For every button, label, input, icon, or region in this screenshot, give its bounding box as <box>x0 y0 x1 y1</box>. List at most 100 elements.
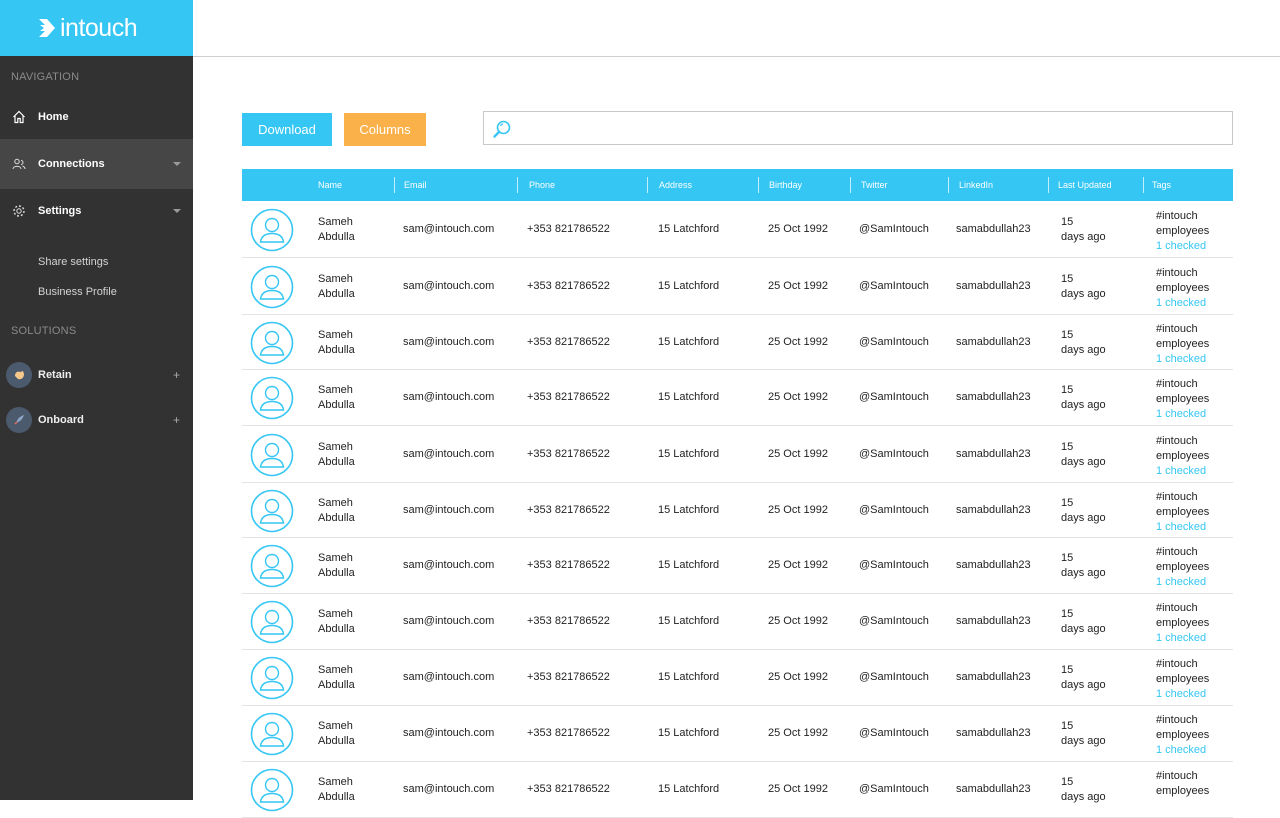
contact-birthday: 25 Oct 1992 <box>768 504 828 516</box>
sidebar: intouch NAVIGATION Home Connections Sett… <box>0 0 193 800</box>
table-row[interactable]: Sameh Abdulla sam@intouch.com +353 82178652… <box>242 538 1233 594</box>
tags-checked-link[interactable]: 1 checked <box>1156 520 1206 535</box>
tags-checked-link[interactable]: 1 checked <box>1156 743 1206 758</box>
avatar-user-icon[interactable] <box>250 208 294 252</box>
table-row[interactable]: Sameh Abdulla sam@intouch.com +353 82178652… <box>242 706 1233 762</box>
tag-primary: #intouch <box>1156 770 1198 782</box>
last-updated-number: 15 <box>1061 216 1074 228</box>
table-row[interactable]: Sameh Abdulla sam@intouch.com +353 82178652… <box>242 258 1233 315</box>
sidebar-item-onboard[interactable]: Onboard + <box>0 397 193 442</box>
tag-primary: #intouch <box>1156 435 1198 447</box>
tags-checked-link[interactable]: 1 checked <box>1156 239 1206 254</box>
last-updated-number: 15 <box>1061 441 1074 453</box>
column-divider <box>647 177 648 193</box>
column-header-twitter[interactable]: Twitter <box>861 169 888 201</box>
avatar-user-icon[interactable] <box>250 656 294 700</box>
contact-email: sam@intouch.com <box>403 280 495 292</box>
sidebar-item-home[interactable]: Home <box>0 95 193 139</box>
contact-twitter: @SamIntouch <box>859 783 929 795</box>
contact-first-name: Sameh <box>318 384 353 396</box>
table-row[interactable]: Sameh Abdulla sam@intouch.com +353 82178652… <box>242 201 1233 258</box>
table-row[interactable]: Sameh Abdulla sam@intouch.com +353 82178652… <box>242 762 1233 818</box>
columns-button[interactable]: Columns <box>344 113 426 146</box>
avatar-user-icon[interactable] <box>250 265 294 309</box>
contact-address: 15 Latchford <box>658 280 720 292</box>
contact-last-name: Abdulla <box>318 288 355 300</box>
contact-phone: +353 821786522 <box>527 391 610 403</box>
column-header-phone[interactable]: Phone <box>529 169 555 201</box>
avatar-user-icon[interactable] <box>250 712 294 756</box>
sidebar-item-settings[interactable]: Settings <box>0 189 193 233</box>
column-divider <box>1048 177 1049 193</box>
contact-address: 15 Latchford <box>658 783 720 795</box>
expand-plus-icon[interactable]: + <box>173 413 180 427</box>
table-row[interactable]: Sameh Abdulla sam@intouch.com +353 82178652… <box>242 426 1233 483</box>
tag-primary: #intouch <box>1156 210 1198 222</box>
avatar-user-icon[interactable] <box>250 376 294 420</box>
contact-linkedin: samabdullah23 <box>956 559 1031 571</box>
contact-address: 15 Latchford <box>658 448 720 460</box>
download-button[interactable]: Download <box>242 113 332 146</box>
sidebar-item-label: Settings <box>38 205 82 217</box>
contact-address: 15 Latchford <box>658 336 720 348</box>
last-updated-text: days ago <box>1061 791 1106 803</box>
contact-email: sam@intouch.com <box>403 223 495 235</box>
last-updated-number: 15 <box>1061 273 1074 285</box>
avatar-user-icon[interactable] <box>250 768 294 812</box>
avatar-user-icon[interactable] <box>250 321 294 365</box>
contact-last-name: Abdulla <box>318 456 355 468</box>
connections-table: Name Email Phone Address Birthday Twitte… <box>242 169 1233 818</box>
table-row[interactable]: Sameh Abdulla sam@intouch.com +353 82178652… <box>242 315 1233 370</box>
contact-twitter: @SamIntouch <box>859 280 929 292</box>
column-header-tags[interactable]: Tags <box>1152 169 1171 201</box>
table-row[interactable]: Sameh Abdulla sam@intouch.com +353 82178652… <box>242 370 1233 426</box>
tag-primary: #intouch <box>1156 602 1198 614</box>
column-header-birthday[interactable]: Birthday <box>769 169 802 201</box>
sidebar-item-retain[interactable]: Retain + <box>0 352 193 397</box>
avatar-user-icon[interactable] <box>250 600 294 644</box>
column-divider <box>758 177 759 193</box>
table-row[interactable]: Sameh Abdulla sam@intouch.com +353 82178652… <box>242 650 1233 706</box>
avatar-user-icon[interactable] <box>250 544 294 588</box>
contact-twitter: @SamIntouch <box>859 671 929 683</box>
tags-checked-link[interactable]: 1 checked <box>1156 296 1206 311</box>
contact-first-name: Sameh <box>318 273 353 285</box>
tags-checked-link[interactable]: 1 checked <box>1156 631 1206 646</box>
contact-first-name: Sameh <box>318 776 353 788</box>
chevron-down-icon[interactable] <box>173 209 181 213</box>
column-header-last-updated[interactable]: Last Updated <box>1058 169 1112 201</box>
chevron-down-icon[interactable] <box>173 162 181 166</box>
contact-last-name: Abdulla <box>318 231 355 243</box>
last-updated-text: days ago <box>1061 456 1106 468</box>
tags-checked-link[interactable]: 1 checked <box>1156 464 1206 479</box>
table-row[interactable]: Sameh Abdulla sam@intouch.com +353 82178652… <box>242 594 1233 650</box>
contact-first-name: Sameh <box>318 608 353 620</box>
column-header-name[interactable]: Name <box>318 169 342 201</box>
contact-phone: +353 821786522 <box>527 727 610 739</box>
tags-checked-link[interactable]: 1 checked <box>1156 687 1206 702</box>
avatar-user-icon[interactable] <box>250 489 294 533</box>
tags-checked-link[interactable]: 1 checked <box>1156 407 1206 422</box>
tag-secondary: employees <box>1156 729 1210 741</box>
table-row[interactable]: Sameh Abdulla sam@intouch.com +353 82178652… <box>242 483 1233 538</box>
column-header-address[interactable]: Address <box>659 169 692 201</box>
tags-checked-link[interactable]: 1 checked <box>1156 352 1206 367</box>
contact-twitter: @SamIntouch <box>859 336 929 348</box>
table-header: Name Email Phone Address Birthday Twitte… <box>242 169 1233 201</box>
contact-phone: +353 821786522 <box>527 615 610 627</box>
column-header-linkedin[interactable]: LinkedIn <box>959 169 993 201</box>
search-input[interactable] <box>516 112 1226 144</box>
sidebar-subitem-business-profile[interactable]: Business Profile <box>0 277 193 307</box>
tags-checked-link[interactable]: 1 checked <box>1156 575 1206 590</box>
column-header-email[interactable]: Email <box>404 169 427 201</box>
sidebar-subitem-share-settings[interactable]: Share settings <box>0 247 193 277</box>
expand-plus-icon[interactable]: + <box>173 368 180 382</box>
rocket-icon <box>6 406 32 433</box>
tag-primary: #intouch <box>1156 267 1198 279</box>
avatar-user-icon[interactable] <box>250 433 294 477</box>
contact-address: 15 Latchford <box>658 615 720 627</box>
contact-email: sam@intouch.com <box>403 391 495 403</box>
sidebar-item-connections[interactable]: Connections <box>0 139 193 189</box>
top-bar <box>193 0 1280 57</box>
brand-logo[interactable]: intouch <box>0 0 193 56</box>
